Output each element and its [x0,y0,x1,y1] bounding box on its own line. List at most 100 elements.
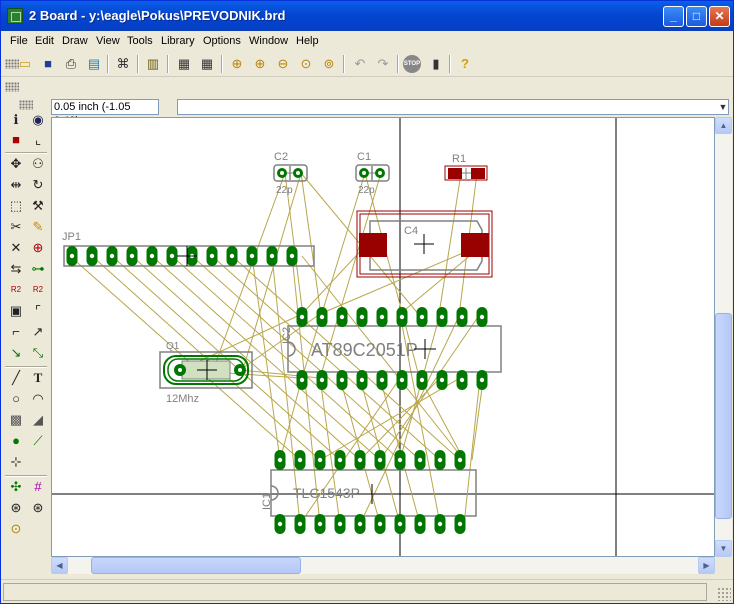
maximize-button[interactable]: □ [686,6,707,27]
ic2-value: AT89C2051P [311,340,418,360]
open-icon[interactable]: ▭ [16,55,34,73]
via-icon[interactable]: ● [7,432,25,450]
status-bar [1,579,733,603]
coordinate-readout: 0.05 inch (-1.05 0.40) [51,99,159,127]
command-input[interactable] [177,99,729,115]
r1-name: R1 [452,153,466,165]
menu-edit[interactable]: Edit [35,35,54,47]
resize-grip[interactable] [717,587,731,601]
chevron-down-icon[interactable]: ▼ [717,101,729,113]
name-icon[interactable]: R2 [7,281,25,299]
info-icon[interactable]: ℹ [7,111,25,129]
vertical-scroll-thumb[interactable] [715,313,732,519]
zoom-in-icon[interactable]: ⊕ [251,55,269,73]
menu-draw[interactable]: Draw [62,35,88,47]
bend-icon[interactable]: ⌐ [7,323,25,341]
signal-icon[interactable]: ⤡ [29,344,47,362]
menu-library[interactable]: Library [161,35,195,47]
main-toolbar: ▭ ■ ⎙ ▤ ⌘ ▥ ▦ ▦ ⊕ ⊕ ⊖ ⊙ ⊚ ↶ ↷ STOP ▮ ? [1,51,733,77]
delete-icon[interactable]: ✎ [29,218,47,236]
optimize-icon[interactable]: ▣ [7,302,25,320]
go-icon[interactable]: ▮ [427,55,445,73]
drc-icon[interactable]: ▦ [198,55,216,73]
signal-wire-icon[interactable]: ⟋ [29,432,47,450]
app-window: 2 Board - y:\eagle\Pokus\PREVODNIK.brd _… [0,0,734,604]
split-icon[interactable]: ⊶ [29,260,47,278]
zoom-fit-icon[interactable]: ⊕ [228,55,246,73]
scroll-up-icon[interactable]: ▲ [715,117,732,134]
close-button[interactable]: ✕ [709,6,730,27]
pad-drill [299,377,305,383]
smash-icon[interactable]: ⇆ [7,260,25,278]
errors-icon[interactable]: ⊙ [7,520,25,538]
move-icon[interactable]: ✥ [7,155,25,173]
ripup-icon[interactable]: ↘ [7,344,25,362]
cam-icon[interactable]: ▤ [85,55,103,73]
cut-icon[interactable]: ✕ [7,239,25,257]
pad-drill [129,253,135,259]
left-toolbar: ℹ ◉ ■ ⌞ ✥ ⚇ ⇹ ↻ ⬚ ⚒ ✂ ✎ ✕ ⊕ ⇆ ⊶ R2 R2 ▣ … [1,97,51,577]
library-icon[interactable]: ▥ [144,55,162,73]
save-icon[interactable]: ■ [39,55,57,73]
menu-options[interactable]: Options [203,35,241,47]
help-icon[interactable]: ? [456,55,474,73]
copy-icon[interactable]: ⚇ [29,155,47,173]
horizontal-scrollbar[interactable]: ◀ ▶ [51,557,715,574]
display-layers-icon[interactable]: ■ [7,131,25,149]
toolbar-grip[interactable] [5,82,19,92]
ercheck-icon[interactable]: ▦ [175,55,193,73]
pad-drill [397,457,403,463]
mirror-icon[interactable]: ⇹ [7,176,25,194]
scroll-right-icon[interactable]: ▶ [698,557,715,574]
text-icon[interactable]: T [29,369,47,387]
value-icon[interactable]: R2 [29,281,47,299]
menu-file[interactable]: File [10,35,28,47]
paste-icon[interactable]: ✂ [7,218,25,236]
scroll-left-icon[interactable]: ◀ [51,557,68,574]
zoom-select-icon[interactable]: ⊚ [320,55,338,73]
script-icon[interactable]: ⌘ [114,55,132,73]
toolbar-grip[interactable] [19,100,33,110]
scroll-down-icon[interactable]: ▼ [715,540,732,557]
circle-icon[interactable]: ○ [7,390,25,408]
ic1-value: TLC1543P [293,485,360,501]
miter-icon[interactable]: ⌜ [29,302,47,320]
menu-tools[interactable]: Tools [127,35,153,47]
menu-bar: File Edit Draw View Tools Library Option… [1,31,733,51]
horizontal-scroll-thumb[interactable] [91,557,301,574]
stop-icon[interactable]: STOP [403,55,421,73]
redo-icon[interactable]: ↷ [374,55,392,73]
pad-drill [299,314,305,320]
menu-help[interactable]: Help [296,35,319,47]
group-icon[interactable]: ⬚ [7,197,25,215]
mark-icon[interactable]: ⌞ [29,131,47,149]
pad-drill [249,253,255,259]
board-canvas[interactable]: C2 22p C1 22p R1 C4 JP1 AT89C2051P IC2 T… [51,117,715,557]
erc-icon[interactable]: ⊛ [7,499,25,517]
zoom-redraw-icon[interactable]: ⊙ [297,55,315,73]
eagle-app-icon [7,8,23,24]
add-icon[interactable]: ⊕ [29,239,47,257]
autorouter-icon[interactable]: # [29,478,47,496]
hole-icon[interactable]: ⊹ [7,453,25,471]
show-icon[interactable]: ◉ [29,111,47,129]
minimize-button[interactable]: _ [663,6,684,27]
zoom-out-icon[interactable]: ⊖ [274,55,292,73]
pad-drill [399,314,405,320]
change-icon[interactable]: ⚒ [29,197,47,215]
rect-icon[interactable]: ▩ [7,411,25,429]
wire-icon[interactable]: ╱ [7,369,25,387]
print-icon[interactable]: ⎙ [62,55,80,73]
pad-drill [459,377,465,383]
arc-icon[interactable]: ◠ [29,390,47,408]
route-icon[interactable]: ↗ [29,323,47,341]
vertical-scrollbar[interactable]: ▲ ▼ [715,117,732,557]
polygon-icon[interactable]: ◢ [29,411,47,429]
ratsnest-icon[interactable]: ✣ [7,478,25,496]
menu-window[interactable]: Window [249,35,288,47]
drc-check-icon[interactable]: ⊛ [29,499,47,517]
pad-drill [439,314,445,320]
menu-view[interactable]: View [96,35,120,47]
undo-icon[interactable]: ↶ [351,55,369,73]
rotate-icon[interactable]: ↻ [29,176,47,194]
